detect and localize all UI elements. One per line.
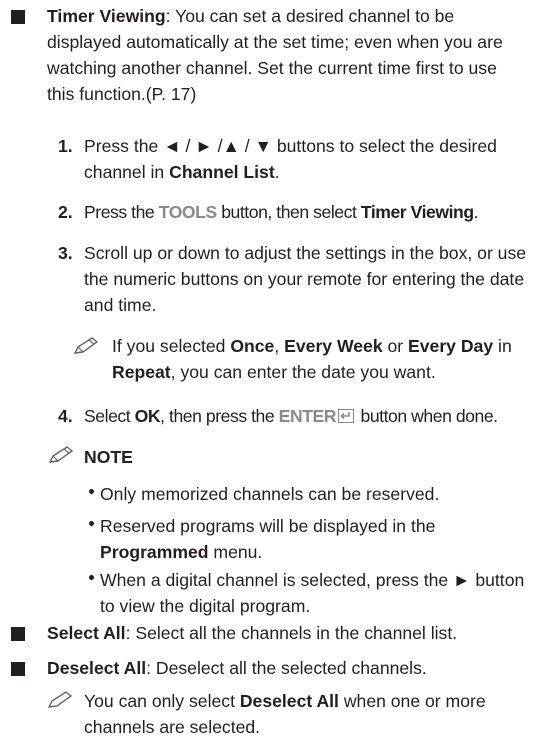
square-bullet-icon (11, 10, 25, 24)
square-bullet-icon (11, 662, 25, 676)
step-number: 2. (58, 202, 73, 222)
note-bullet-2: Reserved programs will be displayed in t… (100, 513, 530, 565)
step-text: Press the (84, 202, 159, 222)
step-text: Press the ◄ / ► /▲ / ▼ buttons to select… (84, 136, 497, 182)
bullet-dot (89, 489, 94, 494)
step-bold: Timer Viewing (360, 202, 474, 222)
pencil-note-icon (73, 337, 99, 354)
step-bold: Channel List (169, 162, 275, 182)
step-text: Select (84, 406, 135, 426)
pencil-note-icon (47, 691, 73, 708)
note-text: in (493, 336, 512, 356)
tools-key: TOOLS (158, 202, 217, 222)
deselect-note-text: You can only select Deselect All when on… (84, 688, 529, 740)
repeat-note-text: If you selected Once, Every Week or Ever… (112, 333, 532, 385)
timer-viewing-paragraph: Timer Viewing: You can set a desired cha… (47, 3, 527, 107)
timer-viewing-term: Timer Viewing (47, 6, 166, 26)
note-bold: Once (230, 336, 275, 356)
step-2-text: Press the TOOLS button, then select Time… (84, 199, 539, 225)
step-text: . (473, 202, 479, 222)
select-all-text: : Select all the channels in the channel… (125, 623, 458, 643)
note-text: , you can enter the date you want. (170, 362, 436, 382)
select-all-term: Select All (47, 623, 126, 643)
note-bold: Deselect All (239, 691, 339, 711)
step-number: 4. (58, 406, 73, 426)
pencil-note-icon (48, 446, 74, 463)
note-text: If you selected (112, 336, 231, 356)
manual-page: Timer Viewing: You can set a desired cha… (0, 0, 542, 737)
note-heading: NOTE (84, 447, 133, 467)
step-text: button when done. (356, 406, 498, 426)
step-text: , then press the (160, 406, 279, 426)
note-bullet-3: When a digital channel is selected, pres… (100, 570, 525, 616)
note-bold: Every Week (284, 336, 383, 356)
bullet-dot (89, 521, 94, 526)
note-bold: Every Day (408, 336, 494, 356)
step-text: button, then select (216, 202, 361, 222)
note-text: You can only select (84, 691, 240, 711)
deselect-all-text: : Deselect all the selected channels. (146, 658, 427, 678)
note-text: or (382, 336, 409, 356)
note-text: Reserved programs will be displayed in t… (100, 516, 436, 536)
enter-key: ENTER (278, 406, 337, 426)
step-text: . (274, 162, 280, 182)
select-all-paragraph: Select All: Select all the channels in t… (47, 620, 532, 646)
step-4-text: Select OK, then press the ENTER button w… (84, 403, 539, 429)
step-bold: OK (134, 406, 161, 426)
enter-key-icon (338, 409, 355, 423)
step-number: 1. (58, 136, 73, 156)
step-number: 3. (58, 243, 73, 263)
note-bullet-1: Only memorized channels can be reserved. (100, 484, 440, 504)
square-bullet-icon (11, 627, 25, 641)
note-text: menu. (208, 542, 263, 562)
note-bold: Repeat (112, 362, 171, 382)
deselect-all-term: Deselect All (47, 658, 147, 678)
step-1-text: Press the ◄ / ► /▲ / ▼ buttons to select… (84, 133, 529, 185)
deselect-all-paragraph: Deselect All: Deselect all the selected … (47, 655, 532, 681)
bullet-dot (89, 575, 94, 580)
note-text: , (274, 336, 285, 356)
note-bold: Programmed (100, 542, 209, 562)
step-3-text: Scroll up or down to adjust the settings… (84, 243, 527, 315)
